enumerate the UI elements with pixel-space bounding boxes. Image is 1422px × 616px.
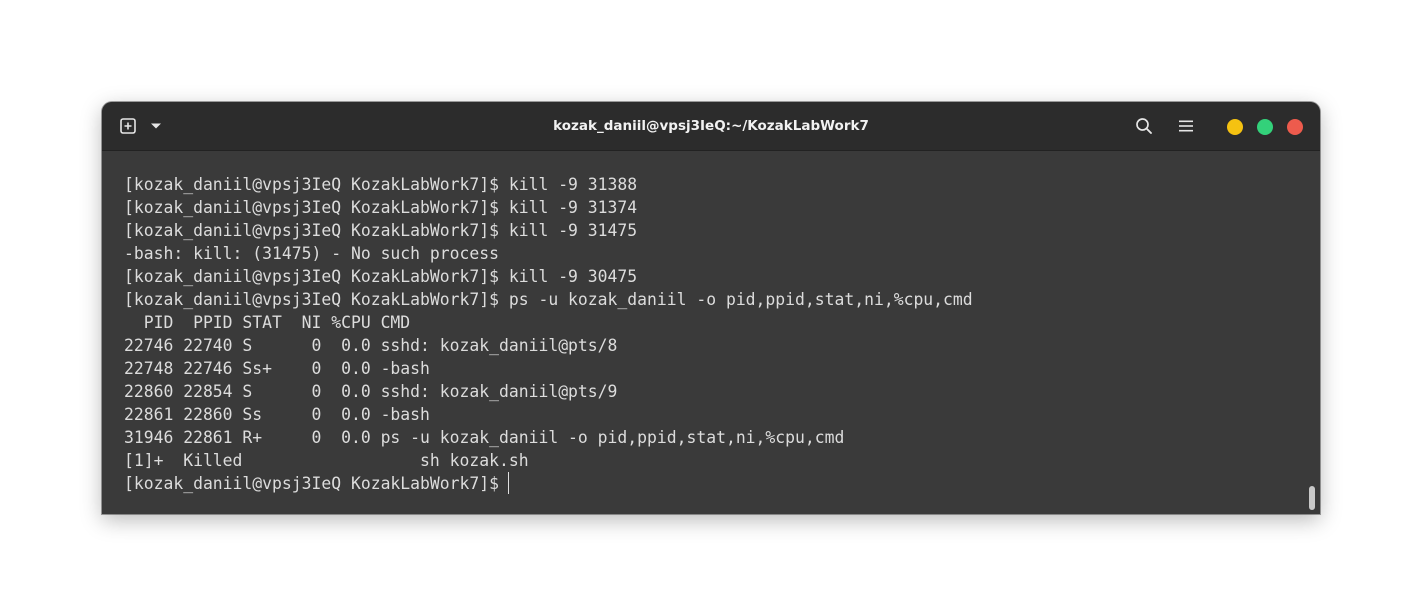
terminal-line: [kozak_daniil@vpsj3IeQ KozakLabWork7]$ k…	[124, 267, 638, 286]
terminal-line: 22748 22746 Ss+ 0 0.0 -bash	[124, 359, 430, 378]
prompt-line[interactable]: [kozak_daniil@vpsj3IeQ KozakLabWork7]$	[124, 472, 1304, 495]
terminal-line: -bash: kill: (31475) - No such process	[124, 244, 499, 263]
new-tab-button[interactable]	[116, 114, 140, 138]
terminal-line: 22861 22860 Ss 0 0.0 -bash	[124, 405, 430, 424]
terminal-output: [kozak_daniil@vpsj3IeQ KozakLabWork7]$ k…	[102, 151, 1304, 495]
scrollbar-thumb[interactable]	[1309, 486, 1315, 510]
terminal-output-area[interactable]: [kozak_daniil@vpsj3IeQ KozakLabWork7]$ k…	[102, 151, 1304, 514]
tab-menu-dropdown-button[interactable]	[144, 114, 168, 138]
terminal-line: 22746 22740 S 0 0.0 sshd: kozak_daniil@p…	[124, 336, 618, 355]
terminal-window: kozak_daniil@vpsj3IeQ:~/KozakLabWork7 [k…	[102, 102, 1320, 514]
main-menu-button[interactable]	[1174, 114, 1198, 138]
title-bar: kozak_daniil@vpsj3IeQ:~/KozakLabWork7	[102, 102, 1320, 151]
terminal-line: PID PPID STAT NI %CPU CMD	[124, 313, 411, 332]
plus-square-icon	[120, 118, 136, 134]
maximize-button[interactable]	[1257, 119, 1273, 135]
hamburger-menu-icon	[1179, 120, 1193, 132]
terminal-line: [kozak_daniil@vpsj3IeQ KozakLabWork7]$ k…	[124, 198, 638, 217]
chevron-down-icon	[151, 123, 161, 129]
terminal-line: [kozak_daniil@vpsj3IeQ KozakLabWork7]$ k…	[124, 175, 638, 194]
close-button[interactable]	[1287, 119, 1303, 135]
shell-prompt: [kozak_daniil@vpsj3IeQ KozakLabWork7]$	[124, 474, 499, 493]
minimize-button[interactable]	[1227, 119, 1243, 135]
terminal-line: [kozak_daniil@vpsj3IeQ KozakLabWork7]$ p…	[124, 290, 973, 309]
text-cursor	[507, 472, 509, 494]
terminal-line: [kozak_daniil@vpsj3IeQ KozakLabWork7]$ k…	[124, 221, 638, 240]
search-button[interactable]	[1132, 114, 1156, 138]
search-icon	[1136, 118, 1152, 134]
vertical-scrollbar[interactable]	[1304, 151, 1320, 514]
terminal-line: 22860 22854 S 0 0.0 sshd: kozak_daniil@p…	[124, 382, 618, 401]
terminal-line: [1]+ Killed sh kozak.sh	[124, 451, 529, 470]
terminal-line: 31946 22861 R+ 0 0.0 ps -u kozak_daniil …	[124, 428, 845, 447]
